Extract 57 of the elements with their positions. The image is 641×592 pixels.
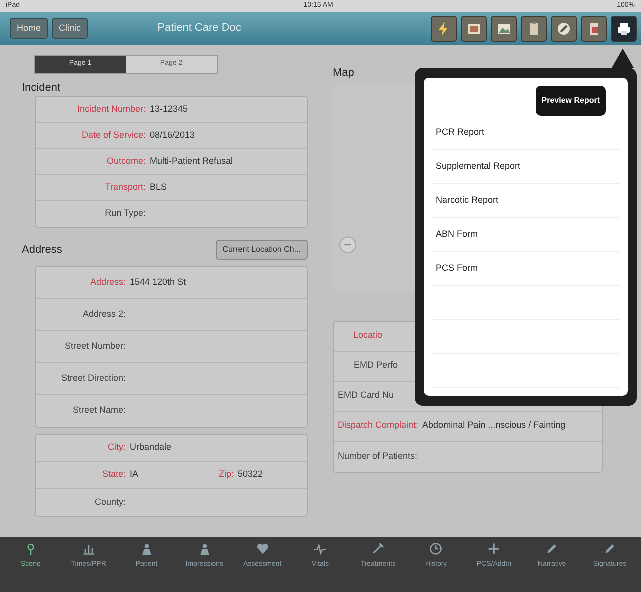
- field-label: Locatio: [353, 329, 384, 342]
- field-value: BLS: [150, 180, 168, 194]
- field-label: Zip:: [218, 468, 235, 482]
- toolbar-button[interactable]: [431, 16, 457, 42]
- pen-icon: [603, 542, 618, 556]
- field-label: City:: [107, 441, 127, 454]
- plus-icon: [487, 542, 502, 556]
- heart-icon: [256, 542, 270, 556]
- field-label: EMD Card Nu: [338, 389, 396, 402]
- field-value: 1544 120th St: [130, 276, 186, 289]
- field-label: Transport:: [104, 180, 147, 194]
- section-title: Incident: [22, 80, 62, 96]
- toolbar-button[interactable]: [551, 16, 577, 42]
- nav-title: Patient Care Doc: [158, 22, 242, 34]
- field-label: Run Type:: [104, 207, 147, 220]
- toolbar-button[interactable]: [581, 16, 607, 42]
- clock-icon: [429, 542, 444, 556]
- nav-button[interactable]: Home: [10, 18, 48, 40]
- field-label: Number of Patients:: [338, 450, 419, 463]
- field-label: Outcome:: [106, 154, 147, 168]
- section-title: Address: [22, 242, 62, 258]
- toolbar-button[interactable]: [611, 16, 637, 42]
- field-label: EMD Perfo: [354, 359, 400, 372]
- field-label: Dispatch Complaint:: [338, 419, 420, 432]
- field-label: County:: [94, 496, 127, 509]
- field-label: Incident Number:: [76, 102, 147, 116]
- field-label: State:: [101, 468, 127, 482]
- toolbar-button[interactable]: [521, 16, 547, 42]
- field-label: Date of Service:: [80, 128, 147, 142]
- field-value: 50322: [238, 468, 263, 482]
- preview-report-button[interactable]: Preview Report: [536, 86, 606, 116]
- field-value: Multi-Patient Refusal: [150, 154, 234, 168]
- toolbar-button[interactable]: [491, 16, 517, 42]
- person-icon: [198, 542, 212, 556]
- pulse-icon: [313, 542, 328, 556]
- field-value: Abdominal Pain ...nscious / Fainting: [422, 419, 566, 432]
- location-button[interactable]: Current Location Ch...: [216, 240, 308, 260]
- field-value: 08/16/2013: [150, 128, 196, 142]
- printer-icon: [616, 20, 632, 36]
- field-label: Street Direction:: [60, 372, 127, 385]
- person-icon: [140, 542, 154, 556]
- menu-item[interactable]: Narcotic Report: [432, 184, 620, 218]
- menu-item[interactable]: Supplemental Report: [432, 150, 620, 184]
- field-value: 13-12345: [150, 102, 188, 116]
- field-label: Street Name:: [72, 404, 127, 418]
- field-value: Urbandale: [130, 441, 172, 454]
- toolbar-button[interactable]: [461, 16, 487, 42]
- field-label: Address 2:: [82, 308, 127, 321]
- field-label: Street Number:: [64, 340, 127, 353]
- menu-item[interactable]: PCS Form: [432, 252, 620, 286]
- pen-icon: [545, 542, 560, 556]
- nav-button[interactable]: Clinic: [52, 18, 88, 40]
- field-label: Address:: [89, 276, 127, 289]
- menu-item[interactable]: PCR Report: [432, 116, 620, 150]
- field-value: IA: [130, 468, 139, 482]
- section-title: Map: [333, 66, 356, 81]
- menu-item[interactable]: ABN Form: [432, 218, 620, 252]
